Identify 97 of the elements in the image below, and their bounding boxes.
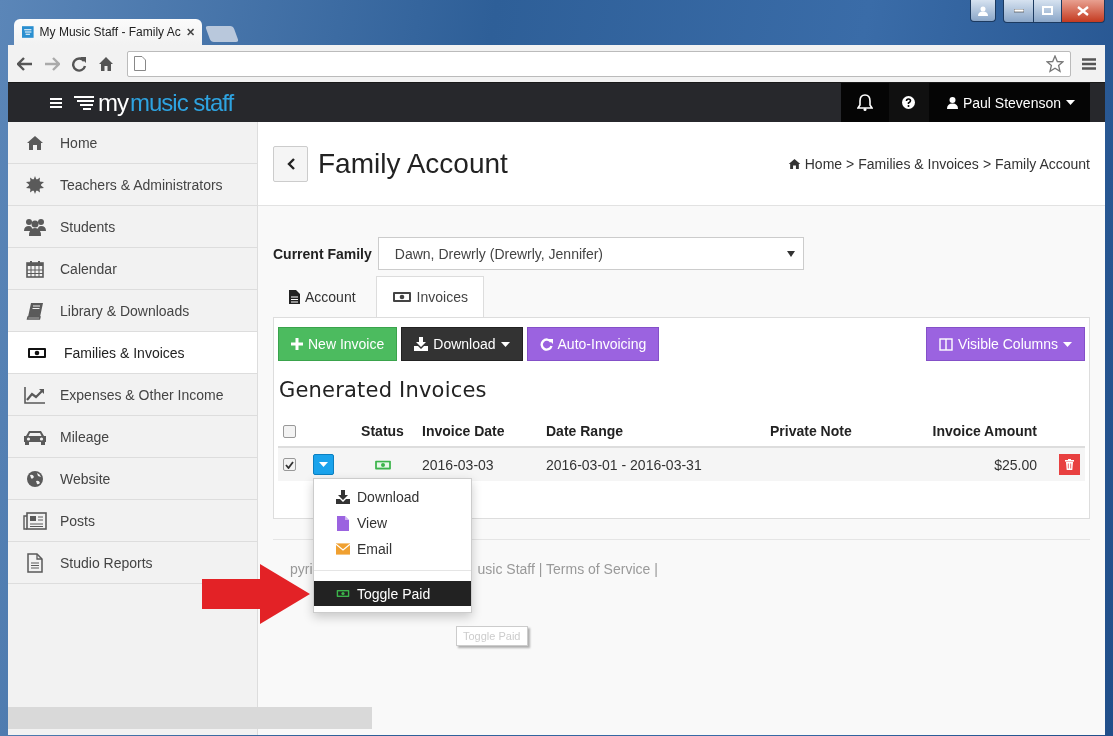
- menu-icon[interactable]: [1082, 57, 1096, 70]
- table-cell: 2016-03-01 - 2016-03-31: [546, 456, 702, 473]
- profile-button[interactable]: [970, 0, 996, 22]
- menu-item[interactable]: View: [314, 510, 471, 536]
- auto-button[interactable]: Auto-Invoicing: [526, 327, 660, 361]
- home-icon[interactable]: [98, 55, 114, 72]
- globe-icon: [26, 469, 44, 488]
- refresh-icon: [539, 337, 553, 351]
- maximize-button[interactable]: [1034, 0, 1061, 23]
- document-icon: [289, 290, 300, 304]
- column-header: Private Note: [770, 423, 852, 439]
- trash-icon: [1065, 459, 1074, 470]
- section-title: Generated Invoices: [279, 378, 488, 402]
- menu-item[interactable]: Toggle Paid: [314, 581, 471, 606]
- new-tab-button[interactable]: [205, 26, 239, 42]
- delete-button[interactable]: [1059, 454, 1080, 475]
- help-button[interactable]: [888, 82, 929, 123]
- plus-icon: [291, 338, 303, 350]
- bell-icon: [856, 94, 873, 111]
- columns-dropdown-button[interactable]: Visible Columns: [925, 327, 1085, 361]
- help-icon: [902, 96, 916, 109]
- line-chart-icon: [24, 385, 46, 404]
- caret-icon: [1066, 100, 1075, 105]
- breadcrumb-separator: >: [982, 155, 992, 172]
- sidebar-item[interactable]: Website: [8, 458, 257, 500]
- envelope-icon: [336, 543, 350, 555]
- caret-icon: [786, 250, 795, 257]
- check-icon: [285, 460, 294, 469]
- tab[interactable]: Account: [273, 276, 372, 317]
- footer-text: pyri: [290, 561, 313, 577]
- sidebar-item[interactable]: Calendar: [8, 248, 257, 290]
- sidebar-item[interactable]: Families & Invoices: [8, 332, 257, 374]
- menu-item[interactable]: Email: [314, 536, 471, 562]
- speed-lines-icon: [74, 93, 96, 112]
- reload-icon[interactable]: [71, 55, 87, 72]
- column-header: Date Range: [546, 423, 624, 439]
- calendar-icon: [26, 259, 44, 278]
- sidebar-item[interactable]: Students: [8, 206, 257, 248]
- table-cell: $25.00: [994, 456, 1037, 473]
- breadcrumb-link[interactable]: Families & Invoices: [858, 155, 979, 172]
- tab-title: My Music Staff - Family Ac: [39, 25, 181, 39]
- page-title: Family Account: [318, 147, 508, 180]
- minimize-icon: [1013, 8, 1024, 13]
- newspaper-icon: [23, 511, 47, 530]
- book-icon: [26, 301, 44, 320]
- table-cell: 2016-03-03: [422, 456, 494, 473]
- breadcrumb-link[interactable]: Home: [804, 155, 843, 172]
- sidebar-item[interactable]: Mileage: [8, 416, 257, 458]
- close-button[interactable]: [1061, 0, 1105, 23]
- person-icon: [978, 5, 988, 16]
- star-icon: [1046, 54, 1064, 73]
- gear-icon: [26, 175, 44, 194]
- caret-icon: [319, 462, 328, 467]
- back-icon[interactable]: [17, 56, 33, 71]
- footer-text: usic Staff | Terms of Service |: [477, 561, 658, 577]
- person-icon: [946, 96, 958, 109]
- field-label: Current Family: [273, 245, 372, 262]
- home-icon: [26, 134, 44, 151]
- browser-tab[interactable]: My Music Staff - Family Ac: [14, 19, 202, 45]
- caret-icon: [1063, 341, 1072, 347]
- back-button[interactable]: [273, 145, 308, 182]
- car-icon: [24, 428, 46, 445]
- tab[interactable]: Invoices: [375, 276, 484, 317]
- row-actions-button[interactable]: [313, 454, 334, 475]
- app-logo[interactable]: mymusic staff: [74, 90, 234, 115]
- column-header: Invoice Amount: [932, 423, 1037, 439]
- document-icon: [27, 552, 43, 573]
- maximize-icon: [1042, 6, 1053, 15]
- chevron-left-icon: [286, 157, 295, 170]
- minimize-button[interactable]: [1003, 0, 1034, 23]
- users-icon: [24, 217, 46, 236]
- scrollbar[interactable]: [8, 707, 372, 729]
- download-button[interactable]: Download: [401, 327, 523, 361]
- close-icon: [1077, 5, 1089, 16]
- sidebar-item[interactable]: Teachers & Administrators: [8, 164, 257, 206]
- checkbox[interactable]: [283, 424, 296, 438]
- sidebar-item[interactable]: Posts: [8, 500, 257, 542]
- caret-icon: [500, 341, 510, 347]
- menu-item[interactable]: Download: [314, 484, 471, 510]
- music-logo-icon: [22, 24, 34, 40]
- download-icon: [336, 490, 350, 504]
- checkbox[interactable]: [283, 458, 296, 471]
- family-select[interactable]: Dawn, Drewrly (Drewrly, Jennifer): [377, 237, 804, 270]
- banknote-icon: [336, 587, 350, 600]
- file-icon: [337, 515, 349, 531]
- sidebar-item[interactable]: Home: [8, 122, 257, 164]
- sidebar-item[interactable]: Expenses & Other Income: [8, 374, 257, 416]
- home-icon: [787, 157, 801, 170]
- columns-icon: [938, 337, 953, 351]
- breadcrumb-separator: >: [846, 155, 855, 172]
- column-header: Invoice Date: [422, 423, 505, 439]
- banknote-icon: [391, 289, 412, 305]
- close-icon: [186, 27, 194, 37]
- page-icon: [134, 56, 146, 71]
- menu-icon: [50, 97, 62, 108]
- download-icon: [414, 337, 429, 351]
- column-header: Status: [361, 423, 404, 439]
